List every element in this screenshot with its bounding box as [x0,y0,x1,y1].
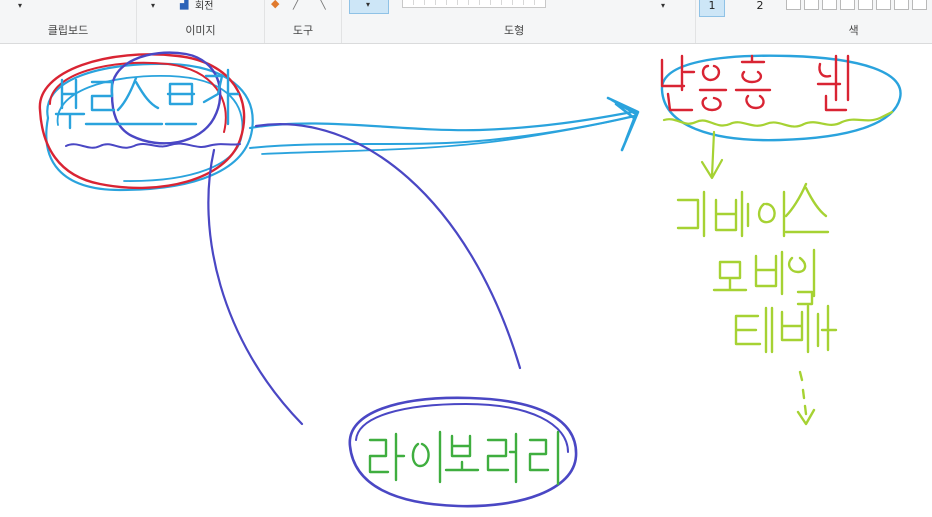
image-group: ▾ ▟ 회전 이미지 [137,0,265,43]
image-group-label: 이미지 [185,24,216,37]
color-swatch[interactable] [858,0,873,10]
color-swatch[interactable] [786,0,801,10]
purple-curve-stroke [207,148,304,426]
rotate-button-label[interactable]: 회전 [195,0,213,12]
color-swatch[interactable] [876,0,891,10]
shape-item[interactable] [447,0,458,5]
shape-item[interactable] [491,0,502,5]
drawing-canvas[interactable] [0,44,932,517]
blue-ellipse-stroke [56,74,244,182]
shape-item[interactable] [436,0,447,5]
shape-item[interactable] [403,0,414,5]
sketch-drawing [38,51,902,508]
library-handwriting [368,430,560,486]
ribbon: ▾ 클립보드 ▾ ▟ 회전 이미지 ◆ ╱ ╲ 도구 ▾ ▾ 도형 1 2 색 [0,0,932,44]
rotate-icon[interactable]: ▟ [180,0,188,10]
magnifier-icon[interactable]: ╲ [319,0,326,10]
lime-wavy-underline [662,110,894,128]
line-width-option[interactable]: 2 [748,0,772,15]
shapes-gallery[interactable] [402,0,546,8]
shape-item[interactable] [524,0,535,5]
purple-wavy-underline [65,142,241,149]
clipboard-group: ▾ 클립보드 [0,0,137,43]
fill-icon[interactable]: ◆ [271,0,279,10]
device-list-handwriting [676,182,838,426]
shapes-group-label: 도형 [504,24,525,37]
brushes-dropdown-arrow-icon[interactable]: ▾ [366,0,370,9]
shape-item[interactable] [414,0,425,5]
bootstrap-handwriting [54,68,240,130]
color-picker-icon[interactable]: ╱ [293,0,300,10]
shape-item[interactable] [469,0,480,5]
shape-item[interactable] [513,0,524,5]
line-width-option-selected[interactable]: 1 [699,0,725,17]
brushes-button[interactable]: ▾ [349,0,389,14]
shape-item[interactable] [458,0,469,5]
down-arrow-stroke [700,130,724,180]
shape-item[interactable] [502,0,513,5]
purple-curve-stroke [254,123,522,370]
select-dropdown-arrow-icon[interactable]: ▾ [151,1,155,10]
shape-item[interactable] [425,0,436,5]
tools-group-label: 도구 [292,24,314,37]
paste-dropdown-arrow-icon[interactable]: ▾ [18,1,22,10]
color-swatch[interactable] [912,0,927,10]
color-swatch[interactable] [894,0,909,10]
shape-outline-dropdown-arrow-icon[interactable]: ▾ [661,1,665,10]
clipboard-group-label: 클립보드 [47,24,89,37]
arrow-head-stroke [606,96,640,152]
blue-ellipse-stroke [45,62,254,192]
shape-item[interactable] [480,0,491,5]
color-swatch[interactable] [822,0,837,10]
color-swatch[interactable] [840,0,855,10]
right-ellipse-stroke [660,54,902,142]
tools-group: ◆ ╱ ╲ 도구 [265,0,342,43]
colors-group-label: 색 [848,24,859,37]
color-swatch[interactable] [804,0,819,10]
